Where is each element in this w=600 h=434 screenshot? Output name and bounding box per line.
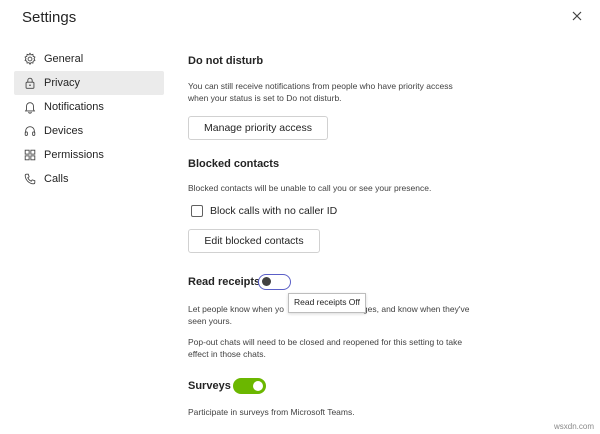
dnd-description: You can still receive notifications from… xyxy=(188,80,453,104)
sidebar-item-notifications[interactable]: Notifications xyxy=(14,95,164,119)
toggle-knob xyxy=(253,381,263,391)
shield-grid-icon xyxy=(23,148,37,162)
block-no-caller-id-row[interactable]: Block calls with no caller ID xyxy=(188,205,337,217)
lock-icon xyxy=(23,76,37,90)
sidebar-item-general[interactable]: General xyxy=(14,47,164,71)
headset-icon xyxy=(23,124,37,138)
read-receipts-description-line: seen yours. xyxy=(188,316,232,326)
sidebar-item-devices[interactable]: Devices xyxy=(14,119,164,143)
surveys-heading: Surveys xyxy=(188,380,231,392)
dnd-description-line: You can still receive notifications from… xyxy=(188,81,453,91)
dnd-description-line: when your status is set to Do not distur… xyxy=(188,93,342,103)
read-receipts-tooltip: Read receipts Off xyxy=(288,293,366,313)
block-no-caller-id-label: Block calls with no caller ID xyxy=(210,205,338,217)
privacy-settings-panel: Do not disturb You can still receive not… xyxy=(188,0,588,434)
sidebar-item-label: General xyxy=(44,53,84,65)
manage-priority-access-button[interactable]: Manage priority access xyxy=(188,116,328,140)
surveys-toggle[interactable] xyxy=(233,378,266,394)
sidebar-item-label: Notifications xyxy=(44,101,104,113)
sidebar-item-calls[interactable]: Calls xyxy=(14,167,164,191)
gear-icon xyxy=(23,52,37,66)
block-no-caller-id-checkbox[interactable] xyxy=(191,205,203,217)
edit-blocked-contacts-button[interactable]: Edit blocked contacts xyxy=(188,229,320,253)
read-receipts-heading: Read receipts xyxy=(188,276,261,288)
read-receipts-note-line: Pop-out chats will need to be closed and… xyxy=(188,337,463,347)
settings-sidebar: General Privacy Notifications Devices Pe… xyxy=(14,47,164,191)
read-receipts-description-part: Let people know when yo xyxy=(188,304,284,314)
surveys-description: Participate in surveys from Microsoft Te… xyxy=(188,407,355,417)
read-receipts-note-line: effect in those chats. xyxy=(188,349,266,359)
sidebar-item-label: Permissions xyxy=(44,149,104,161)
read-receipts-toggle[interactable] xyxy=(258,274,291,290)
blocked-contacts-heading: Blocked contacts xyxy=(188,158,280,170)
settings-title: Settings xyxy=(22,9,77,26)
read-receipts-description-part: sages, and know when they've xyxy=(353,304,470,314)
sidebar-item-label: Privacy xyxy=(44,77,81,89)
bell-icon xyxy=(23,100,37,114)
sidebar-item-label: Devices xyxy=(44,125,84,137)
watermark-text: wsxdn.com xyxy=(553,422,594,431)
blocked-contacts-description: Blocked contacts will be unable to call … xyxy=(188,183,432,193)
settings-window: Settings General Privacy Notifications D… xyxy=(0,0,600,434)
sidebar-item-privacy[interactable]: Privacy xyxy=(14,71,164,95)
toggle-knob xyxy=(262,277,271,286)
phone-icon xyxy=(23,172,37,186)
sidebar-item-label: Calls xyxy=(44,173,69,185)
sidebar-item-permissions[interactable]: Permissions xyxy=(14,143,164,167)
read-receipts-note: Pop-out chats will need to be closed and… xyxy=(188,336,462,360)
dnd-heading: Do not disturb xyxy=(188,55,264,67)
